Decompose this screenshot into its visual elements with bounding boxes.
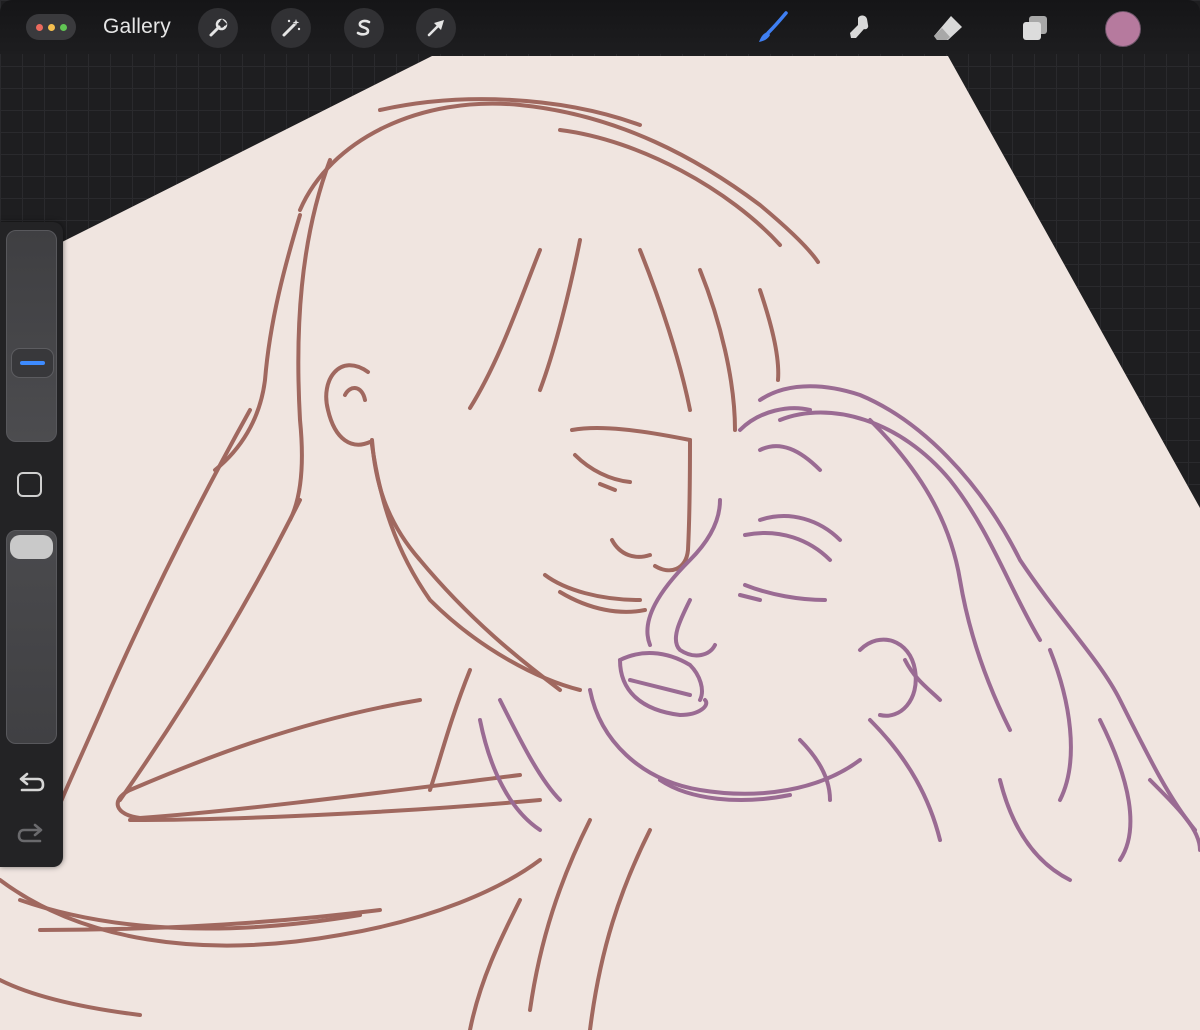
selection-button[interactable] bbox=[344, 8, 384, 48]
left-sidebar bbox=[0, 222, 63, 867]
modify-button[interactable] bbox=[17, 472, 42, 497]
eraser-icon bbox=[934, 16, 962, 40]
wrench-icon bbox=[209, 18, 228, 37]
eraser-tool-button[interactable] bbox=[930, 10, 966, 46]
brush-size-slider[interactable] bbox=[6, 230, 57, 442]
window-menu-button[interactable] bbox=[26, 14, 76, 40]
smudge-tool-button[interactable] bbox=[842, 10, 878, 46]
opacity-slider[interactable] bbox=[6, 530, 57, 744]
actions-button[interactable] bbox=[198, 8, 238, 48]
undo-button[interactable] bbox=[16, 769, 46, 797]
color-picker-button[interactable] bbox=[1105, 11, 1141, 47]
zoom-dot bbox=[59, 23, 67, 31]
gallery-button[interactable]: Gallery bbox=[103, 15, 171, 39]
close-dot bbox=[35, 23, 43, 31]
adjustments-button[interactable] bbox=[271, 8, 311, 48]
transform-button[interactable] bbox=[416, 8, 456, 48]
drawing-canvas[interactable] bbox=[0, 0, 1200, 1030]
opacity-thumb[interactable] bbox=[10, 535, 53, 559]
brush-icon bbox=[759, 11, 788, 42]
brush-tool-button[interactable] bbox=[755, 10, 791, 46]
redo-icon bbox=[17, 823, 43, 843]
smudge-icon bbox=[850, 15, 869, 38]
layers-icon bbox=[1023, 16, 1047, 40]
undo-icon bbox=[19, 772, 45, 792]
redo-button[interactable] bbox=[16, 820, 46, 848]
brush-size-thumb[interactable] bbox=[11, 348, 54, 379]
magic-wand-icon bbox=[282, 19, 301, 37]
size-indicator bbox=[20, 361, 45, 366]
layers-button[interactable] bbox=[1017, 10, 1053, 46]
arrow-transform-icon bbox=[427, 20, 444, 37]
top-toolbar: Gallery bbox=[0, 0, 1200, 54]
minimize-dot bbox=[47, 23, 55, 31]
selection-s-icon bbox=[356, 19, 371, 36]
